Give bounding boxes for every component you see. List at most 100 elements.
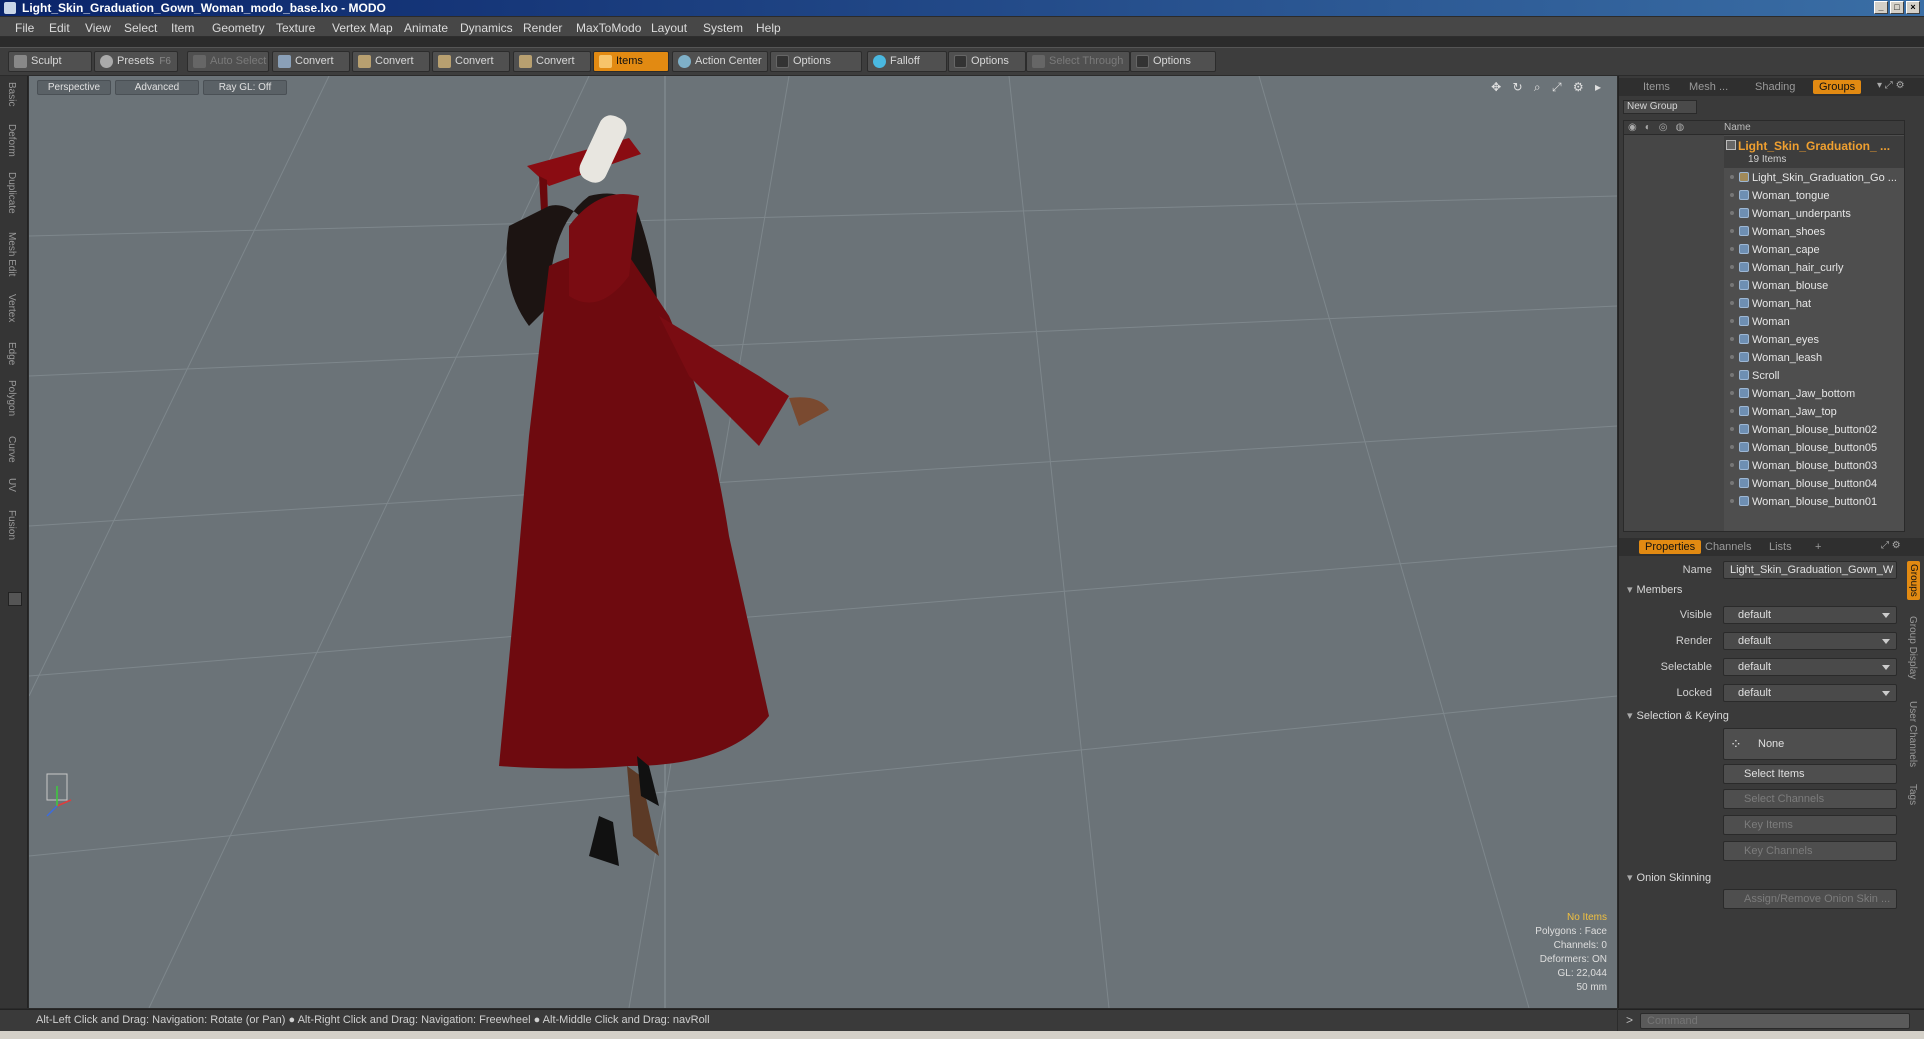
locked-dropdown[interactable]: default [1723,684,1897,702]
view-type-dropdown[interactable]: Perspective [37,80,111,95]
column-toggle-icons[interactable]: ◉◐◎◍ [1628,122,1692,133]
list-item[interactable]: Woman_hair_curly [1724,259,1904,277]
convert-button-2[interactable]: Convert [352,51,430,72]
visible-dropdown[interactable]: default [1723,606,1897,624]
palette-toggle-icon[interactable] [8,592,22,606]
menu-dynamics[interactable]: Dynamics [460,21,513,35]
list-item[interactable]: Woman_blouse_button02 [1724,421,1904,439]
key-channels-button[interactable]: Key Channels [1723,841,1897,861]
members-section[interactable]: Members [1627,583,1683,596]
list-item[interactable]: Light_Skin_Graduation_Go ... [1724,169,1904,187]
minimize-button[interactable]: _ [1874,1,1888,14]
tab-lists[interactable]: Lists [1769,540,1792,554]
menu-vertex-map[interactable]: Vertex Map [332,21,393,35]
select-channels-button[interactable]: Select Channels [1723,789,1897,809]
close-button[interactable]: × [1906,1,1920,14]
command-input[interactable] [1640,1013,1910,1029]
auto-select-button[interactable]: Auto Select [187,51,269,72]
raygl-toggle[interactable]: Ray GL: Off [203,80,287,95]
list-item[interactable]: Woman_tongue [1724,187,1904,205]
tab-items[interactable]: Items [1643,80,1670,94]
onion-skinning-section[interactable]: Onion Skinning [1627,871,1712,884]
new-group-button[interactable]: New Group [1623,100,1697,114]
list-item[interactable]: Woman_blouse_button04 [1724,475,1904,493]
side-tab-tags[interactable]: Tags [1907,784,1918,805]
tab-uv[interactable]: UV [6,478,17,492]
action-center-button[interactable]: Action Center [672,51,768,72]
menu-select[interactable]: Select [124,21,157,35]
list-item[interactable]: Woman_hat [1724,295,1904,313]
tab-channels[interactable]: Channels [1705,540,1751,554]
render-dropdown[interactable]: default [1723,632,1897,650]
tab-properties[interactable]: Properties [1639,540,1702,554]
list-item[interactable]: Woman_Jaw_top [1724,403,1904,421]
side-tab-groups[interactable]: Groups [1907,561,1920,600]
list-item[interactable]: Woman_eyes [1724,331,1904,349]
none-button[interactable]: ⁘ None [1723,728,1897,760]
assign-onion-skin-button[interactable]: Assign/Remove Onion Skin ... [1723,889,1897,909]
shading-dropdown[interactable]: Advanced [115,80,199,95]
maximize-button[interactable]: □ [1890,1,1904,14]
falloff-button[interactable]: Falloff [867,51,947,72]
list-item[interactable]: Woman_Jaw_bottom [1724,385,1904,403]
list-item[interactable]: Woman_blouse_button01 [1724,493,1904,511]
selection-keying-section[interactable]: Selection & Keying [1627,709,1729,722]
options-button-2[interactable]: Options [948,51,1026,72]
menu-view[interactable]: View [85,21,111,35]
convert-button-4[interactable]: Convert [513,51,591,72]
tab-mesh-edit[interactable]: Mesh Edit [6,232,17,276]
select-items-button[interactable]: Select Items [1723,764,1897,784]
options-button-1[interactable]: Options [770,51,862,72]
visibility-gutter[interactable] [1624,135,1724,531]
tab-add[interactable]: + [1815,540,1821,554]
items-button[interactable]: Items [593,51,669,72]
tab-groups[interactable]: Groups [1813,80,1862,94]
group-name-field[interactable]: Light_Skin_Graduation_Gown_W [1723,561,1897,579]
selectable-dropdown[interactable]: default [1723,658,1897,676]
list-item[interactable]: Scroll [1724,367,1904,385]
group-row[interactable]: Light_Skin_Graduation_ ... 19 Items [1724,136,1904,168]
options-button-3[interactable]: Options [1130,51,1216,72]
convert-button-3[interactable]: Convert [432,51,510,72]
tab-menu-icon[interactable]: ▾ ⤢ ⚙ [1877,80,1905,91]
side-tab-group-display[interactable]: Group Display [1907,616,1918,679]
tab-shading[interactable]: Shading [1755,80,1795,94]
menu-layout[interactable]: Layout [651,21,687,35]
menu-item[interactable]: Item [171,21,194,35]
tab-duplicate[interactable]: Duplicate [6,172,17,214]
menu-maxtomodo[interactable]: MaxToModo [576,21,641,35]
list-item[interactable]: Woman_underpants [1724,205,1904,223]
list-item[interactable]: Woman_cape [1724,241,1904,259]
name-column-header[interactable]: Name [1724,122,1751,133]
list-item[interactable]: Woman_blouse_button03 [1724,457,1904,475]
viewport-nav-icons[interactable]: ✥ ↻ ⌕ ⤢ ⚙ ▸ [1491,80,1605,95]
side-tab-user-channels[interactable]: User Channels [1907,701,1918,767]
convert-button-1[interactable]: Convert [272,51,350,72]
list-item[interactable]: Woman_blouse [1724,277,1904,295]
tab-vertex[interactable]: Vertex [6,294,17,322]
key-items-button[interactable]: Key Items [1723,815,1897,835]
menu-edit[interactable]: Edit [49,21,70,35]
list-item[interactable]: Woman_leash [1724,349,1904,367]
graduation-gown-model[interactable] [499,111,829,866]
menu-animate[interactable]: Animate [404,21,448,35]
menu-render[interactable]: Render [523,21,562,35]
list-item[interactable]: Woman [1724,313,1904,331]
tab-mesh[interactable]: Mesh ... [1689,80,1728,94]
presets-button[interactable]: Presets F6 [94,51,178,72]
tab-basic[interactable]: Basic [6,82,17,106]
menu-texture[interactable]: Texture [276,21,315,35]
menu-geometry[interactable]: Geometry [212,21,265,35]
menu-system[interactable]: System [703,21,743,35]
list-item[interactable]: Woman_shoes [1724,223,1904,241]
panel-options-icon[interactable]: ⤢ ⚙ [1881,540,1901,551]
select-through-button[interactable]: Select Through [1026,51,1130,72]
tab-edge[interactable]: Edge [6,342,17,365]
tab-deform[interactable]: Deform [6,124,17,157]
tab-polygon[interactable]: Polygon [6,380,17,416]
tab-curve[interactable]: Curve [6,436,17,463]
menu-file[interactable]: File [15,21,34,35]
3d-viewport[interactable]: Perspective Advanced Ray GL: Off ✥ ↻ ⌕ ⤢… [29,76,1617,1008]
tab-fusion[interactable]: Fusion [6,510,17,540]
menu-help[interactable]: Help [756,21,781,35]
